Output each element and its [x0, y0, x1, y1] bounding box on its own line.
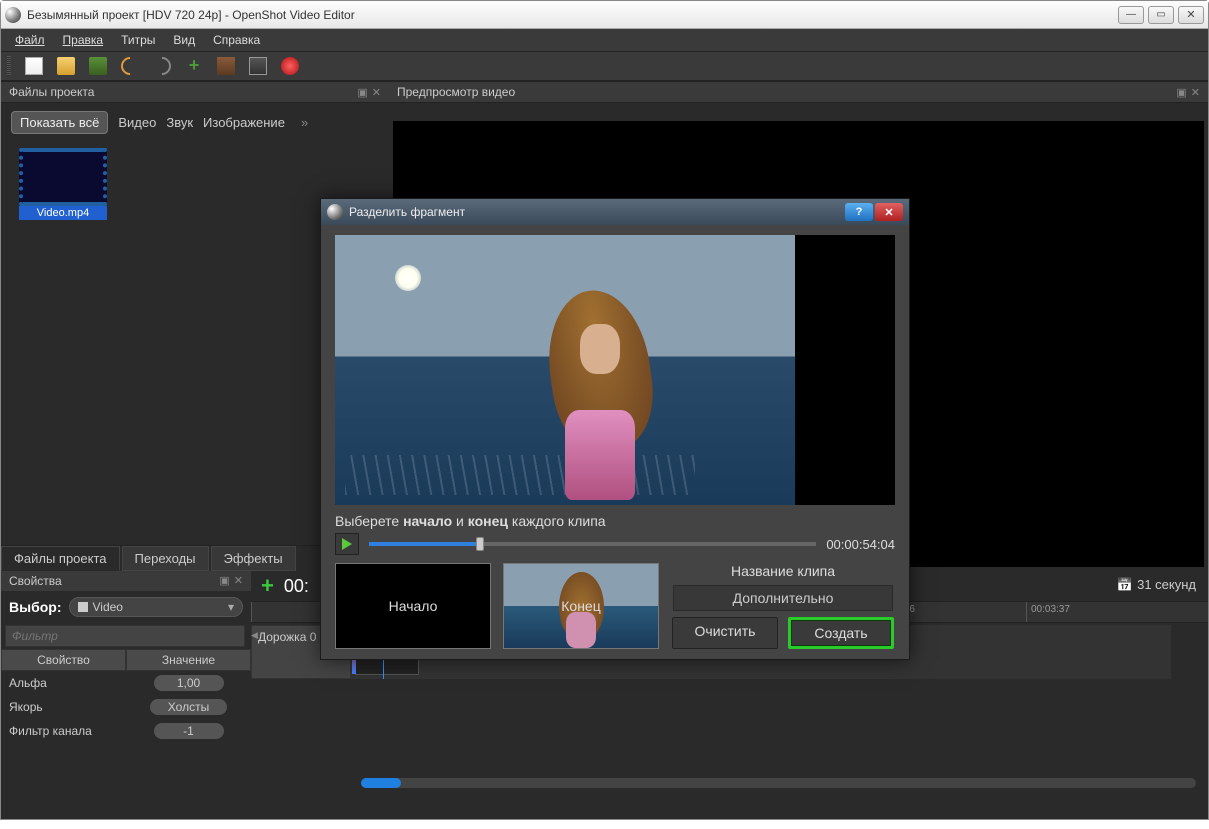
- tab-project-files[interactable]: Файлы проекта: [1, 546, 120, 571]
- import-icon[interactable]: +: [185, 57, 203, 75]
- save-project-icon[interactable]: [89, 57, 107, 75]
- col-value[interactable]: Значение: [126, 649, 251, 671]
- project-files-title: Файлы проекта: [9, 85, 94, 99]
- prop-value[interactable]: 1,00: [154, 675, 224, 691]
- clip-name-label: Название клипа: [731, 563, 835, 579]
- timeline-duration[interactable]: 31 секунд: [1117, 577, 1196, 593]
- filter-image[interactable]: Изображение: [203, 115, 285, 130]
- close-props-icon[interactable]: ✕: [234, 574, 243, 588]
- dialog-seek-slider[interactable]: [369, 542, 816, 546]
- filter-show-all[interactable]: Показать всё: [11, 111, 108, 134]
- track-name: Дорожка 0: [258, 630, 316, 644]
- redo-icon[interactable]: [149, 53, 174, 78]
- filter-video[interactable]: Видео: [118, 115, 156, 130]
- seek-handle[interactable]: [476, 537, 484, 551]
- dialog-icon: [327, 204, 343, 220]
- prop-value[interactable]: -1: [154, 723, 224, 739]
- dialog-titlebar[interactable]: Разделить фрагмент ? ✕: [321, 199, 909, 225]
- undock-preview-icon[interactable]: ▣: [1176, 86, 1186, 99]
- toolbar: +: [1, 51, 1208, 81]
- app-icon: [5, 7, 21, 23]
- new-project-icon[interactable]: [25, 57, 43, 75]
- dialog-close-button[interactable]: ✕: [875, 203, 903, 221]
- col-property[interactable]: Свойство: [1, 649, 126, 671]
- menu-titles[interactable]: Титры: [113, 31, 163, 49]
- menu-view[interactable]: Вид: [165, 31, 203, 49]
- timeline-time: 00:: [284, 576, 309, 597]
- timeline-scrollbar[interactable]: [361, 778, 1196, 788]
- dialog-title: Разделить фрагмент: [349, 205, 465, 219]
- property-row: Альфа 1,00: [1, 671, 251, 695]
- properties-title: Свойства: [9, 574, 62, 588]
- dialog-play-button[interactable]: [335, 533, 359, 555]
- scrollbar-thumb[interactable]: [361, 778, 401, 788]
- window-title: Безымянный проект [HDV 720 24p] - OpenSh…: [27, 8, 1118, 22]
- prop-value[interactable]: Холсты: [150, 699, 227, 715]
- menubar: Файл Правка Титры Вид Справка: [1, 29, 1208, 51]
- menu-file[interactable]: Файл: [7, 31, 53, 49]
- dialog-preview[interactable]: [335, 235, 895, 505]
- properties-panel: Свойства ▣ ✕ Выбор: Video ▾ Свойство Зна…: [1, 571, 251, 743]
- menu-help[interactable]: Справка: [205, 31, 268, 49]
- maximize-button[interactable]: ▭: [1148, 6, 1174, 24]
- advanced-button[interactable]: Дополнительно: [673, 585, 893, 611]
- start-thumb[interactable]: Начало: [335, 563, 491, 649]
- undock-props-icon[interactable]: ▣: [219, 574, 229, 588]
- tab-effects[interactable]: Эффекты: [211, 546, 296, 571]
- selector-label: Выбор:: [9, 599, 61, 615]
- split-clip-dialog: Разделить фрагмент ? ✕ Выберете начало и…: [320, 198, 910, 660]
- dialog-time: 00:00:54:04: [826, 537, 895, 552]
- prop-name: Фильтр канала: [1, 724, 126, 738]
- play-icon: [342, 538, 352, 550]
- close-preview-icon[interactable]: ✕: [1191, 86, 1200, 99]
- property-row: Фильтр канала -1: [1, 719, 251, 743]
- preview-title: Предпросмотр видео: [397, 85, 515, 99]
- end-label: Конец: [561, 598, 600, 614]
- create-button[interactable]: Создать: [788, 617, 894, 649]
- choose-profile-icon[interactable]: [217, 57, 235, 75]
- close-panel-icon[interactable]: ✕: [372, 86, 381, 99]
- file-name-label: Video.mp4: [19, 206, 107, 220]
- undock-icon[interactable]: ▣: [357, 86, 367, 99]
- dialog-instruction: Выберете начало и конец каждого клипа: [335, 505, 895, 533]
- fullscreen-icon[interactable]: [249, 57, 267, 75]
- file-thumbnail-icon: [19, 148, 107, 206]
- project-file-item[interactable]: Video.mp4: [19, 148, 107, 220]
- start-label: Начало: [389, 598, 438, 614]
- open-project-icon[interactable]: [57, 57, 75, 75]
- chevron-down-icon: ▾: [228, 600, 234, 614]
- menu-edit[interactable]: Правка: [55, 31, 112, 49]
- minimize-button[interactable]: —: [1118, 6, 1144, 24]
- end-thumb[interactable]: Конец: [503, 563, 659, 649]
- selector-value: Video: [92, 600, 122, 614]
- property-row: Якорь Холсты: [1, 695, 251, 719]
- close-button[interactable]: ✕: [1178, 6, 1204, 24]
- tab-transitions[interactable]: Переходы: [122, 546, 209, 571]
- prop-name: Альфа: [1, 676, 126, 690]
- clip-selector-dropdown[interactable]: Video ▾: [69, 597, 243, 617]
- export-icon[interactable]: [281, 57, 299, 75]
- ruler-mark: 00:03:37: [1026, 602, 1181, 622]
- clip-color-swatch-icon: [78, 602, 88, 612]
- dialog-help-button[interactable]: ?: [845, 203, 873, 221]
- add-track-icon[interactable]: +: [261, 573, 274, 599]
- undo-icon[interactable]: [117, 53, 142, 78]
- filter-audio[interactable]: Звук: [166, 115, 193, 130]
- property-filter-input[interactable]: [5, 625, 245, 647]
- project-files-header: Файлы проекта ▣ ✕: [1, 81, 389, 103]
- prop-name: Якорь: [1, 700, 126, 714]
- preview-header: Предпросмотр видео ▣ ✕: [389, 81, 1208, 103]
- titlebar[interactable]: Безымянный проект [HDV 720 24p] - OpenSh…: [1, 1, 1208, 29]
- clear-button[interactable]: Очистить: [672, 617, 778, 649]
- more-filters-icon[interactable]: »: [301, 115, 308, 130]
- toolbar-handle[interactable]: [7, 56, 11, 76]
